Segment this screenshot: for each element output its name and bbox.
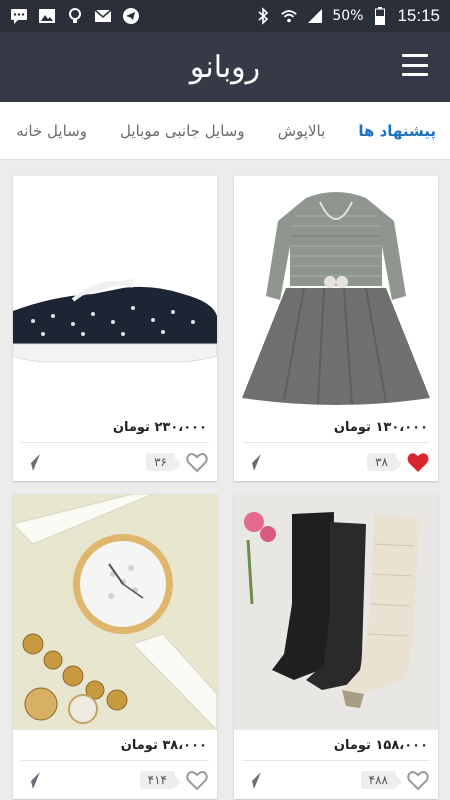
product-card[interactable]: ۲۳۰،۰۰۰ تومان ۳۶ xyxy=(13,176,217,481)
product-price: ۳۸،۰۰۰ تومان xyxy=(120,738,207,753)
battery-percent: 50% xyxy=(332,8,364,24)
product-card[interactable]: ۱۳۰،۰۰۰ تومان ۳۸ xyxy=(234,176,438,481)
category-tabs: پیشنهاد ها بالاپوش وسایل جانبی موبایل وس… xyxy=(0,102,450,160)
signal-icon xyxy=(306,7,324,25)
like-count: ۳۶ xyxy=(146,453,181,471)
tab-outerwear[interactable]: بالاپوش xyxy=(264,102,340,159)
lightbulb-icon xyxy=(66,7,84,25)
product-price: ۱۳۰،۰۰۰ تومان xyxy=(333,420,428,435)
heart-icon[interactable] xyxy=(406,769,430,791)
product-price: ۱۵۸،۰۰۰ تومان xyxy=(333,738,428,753)
wifi-icon xyxy=(280,7,298,25)
chat-bubble-icon xyxy=(10,7,28,25)
product-image-sneaker[interactable] xyxy=(13,176,217,412)
mail-icon xyxy=(94,7,112,25)
share-icon[interactable] xyxy=(21,769,43,791)
battery-icon xyxy=(371,7,389,25)
product-image-dress[interactable] xyxy=(234,176,438,412)
tab-suggestions[interactable]: پیشنهاد ها xyxy=(344,104,450,159)
heart-icon[interactable] xyxy=(185,451,209,473)
product-grid: ۱۳۰،۰۰۰ تومان ۳۸ ۲۳۰،۰۰۰ تومان ۳۶ ۱۵۸،۰۰… xyxy=(0,160,450,800)
hamburger-menu-icon[interactable] xyxy=(402,54,428,76)
like-count: ۴۸۸ xyxy=(360,771,403,789)
app-logo: روبانو xyxy=(189,49,261,85)
image-icon xyxy=(38,7,56,25)
share-icon[interactable] xyxy=(242,769,264,791)
heart-icon-liked[interactable] xyxy=(406,451,430,473)
tab-home-goods[interactable]: وسایل خانه xyxy=(2,102,101,159)
app-bar: روبانو xyxy=(0,32,450,102)
product-image-boots[interactable] xyxy=(234,494,438,730)
status-bar: 50% 15:15 xyxy=(0,0,450,32)
clock: 15:15 xyxy=(397,6,440,25)
product-card[interactable]: ۱۵۸،۰۰۰ تومان ۴۸۸ xyxy=(234,494,438,799)
like-count: ۳۸ xyxy=(367,453,402,471)
like-count: ۴۱۴ xyxy=(139,771,182,789)
share-icon[interactable] xyxy=(242,451,264,473)
product-price: ۲۳۰،۰۰۰ تومان xyxy=(112,420,207,435)
share-icon[interactable] xyxy=(21,451,43,473)
telegram-icon xyxy=(122,7,140,25)
tab-mobile-accessories[interactable]: وسایل جانبی موبایل xyxy=(106,102,259,159)
heart-icon[interactable] xyxy=(185,769,209,791)
product-card[interactable]: ۳۸،۰۰۰ تومان ۴۱۴ xyxy=(13,494,217,799)
product-image-watch[interactable] xyxy=(13,494,217,730)
bluetooth-icon xyxy=(254,7,272,25)
